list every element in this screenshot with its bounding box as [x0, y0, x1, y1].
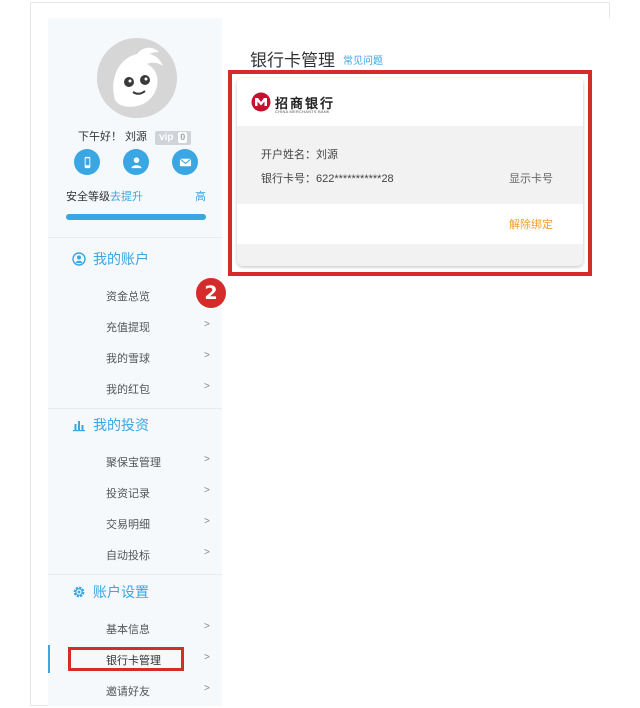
group-my-investment[interactable]: 我的投资 — [72, 415, 149, 435]
sidebar: 下午好！ 刘源 vip 0 安全等级去提升 高 我的账户 资金总览 充值提现 > … — [48, 18, 222, 706]
bank-card-bottom-strip — [237, 244, 583, 266]
account-icon — [72, 252, 86, 266]
profile-actions — [74, 149, 198, 175]
vip-badge: vip 0 — [155, 131, 192, 145]
sidebar-item-label: 基本信息 — [106, 624, 150, 636]
divider — [48, 574, 222, 575]
group-my-account[interactable]: 我的账户 — [72, 249, 149, 269]
chevron-right-icon: > — [204, 516, 210, 527]
sidebar-item-recharge-withdraw[interactable]: 充值提现 > — [48, 312, 222, 340]
security-label: 安全等级 — [66, 191, 110, 203]
sidebar-item-label: 充值提现 — [106, 322, 150, 334]
chevron-right-icon: > — [204, 485, 210, 496]
chevron-right-icon: > — [204, 350, 210, 361]
security-level-value: 高 — [195, 191, 206, 203]
security-level: 安全等级去提升 高 — [66, 188, 206, 204]
phone-icon[interactable] — [74, 149, 100, 175]
faq-link[interactable]: 常见问题 — [343, 52, 383, 67]
chevron-right-icon: > — [204, 547, 210, 558]
main-content: 银行卡管理 常见问题 招商银行 CHINA MERCHANTS BANK 开户姓… — [222, 18, 610, 706]
avatar[interactable] — [97, 38, 177, 118]
security-upgrade-link[interactable]: 去提升 — [110, 191, 143, 203]
chevron-right-icon: > — [204, 652, 210, 663]
bank-card-info: 开户姓名：刘源 银行卡号：622***********28 显示卡号 — [237, 126, 583, 204]
sidebar-item-label: 投资记录 — [106, 488, 150, 500]
sidebar-item-label: 邀请好友 — [106, 686, 150, 698]
security-progress-fill — [66, 214, 206, 220]
page-title: 银行卡管理 — [250, 51, 335, 70]
greeting: 下午好！ 刘源 vip 0 — [78, 128, 192, 145]
chevron-right-icon: > — [204, 381, 210, 392]
chevron-right-icon: > — [204, 319, 210, 330]
bank-logo-icon — [251, 92, 271, 112]
sidebar-item-label: 我的红包 — [106, 384, 150, 396]
bank-name-en: CHINA MERCHANTS BANK — [275, 109, 330, 114]
chevron-right-icon: > — [204, 454, 210, 465]
sidebar-item-label: 我的雪球 — [106, 353, 150, 365]
bank-card-header: 招商银行 CHINA MERCHANTS BANK — [237, 78, 583, 126]
bank-card-footer: 解除绑定 — [237, 204, 583, 244]
card-number: 银行卡号：622***********28 — [261, 173, 394, 185]
vip-label: vip — [159, 132, 174, 143]
avatar-mascot-icon — [97, 38, 177, 118]
security-progress-bar — [66, 214, 206, 220]
vip-level: 0 — [178, 132, 188, 143]
mail-icon[interactable] — [172, 149, 198, 175]
sidebar-item-invite-friends[interactable]: 邀请好友 > — [48, 676, 222, 704]
divider — [48, 237, 222, 238]
bar-chart-icon — [73, 421, 85, 432]
sidebar-item-basic-info[interactable]: 基本信息 > — [48, 614, 222, 642]
user-icon[interactable] — [123, 149, 149, 175]
sidebar-item-label: 聚保宝管理 — [106, 457, 161, 469]
sidebar-item-transaction-details[interactable]: 交易明细 > — [48, 509, 222, 537]
sidebar-item-red-packet[interactable]: 我的红包 > — [48, 374, 222, 402]
group-title-label: 我的账户 — [93, 251, 149, 267]
show-card-number-link[interactable]: 显示卡号 — [509, 170, 553, 186]
sidebar-item-label: 自动投标 — [106, 550, 150, 562]
chevron-right-icon: > — [204, 683, 210, 694]
sidebar-item-label: 银行卡管理 — [106, 655, 161, 667]
group-title-label: 我的投资 — [93, 417, 149, 433]
bank-card: 招商银行 CHINA MERCHANTS BANK 开户姓名：刘源 银行卡号：6… — [237, 78, 583, 266]
sidebar-item-label: 交易明细 — [106, 519, 150, 531]
gear-icon — [73, 586, 85, 598]
step-number-badge: 2 — [196, 278, 226, 308]
chevron-right-icon: > — [204, 621, 210, 632]
sidebar-item-bank-card-management[interactable]: 银行卡管理 > — [48, 645, 222, 673]
sidebar-item-label: 资金总览 — [106, 291, 150, 303]
greeting-text: 下午好！ 刘源 — [78, 131, 148, 143]
sidebar-item-investment-records[interactable]: 投资记录 > — [48, 478, 222, 506]
card-holder: 开户姓名：刘源 — [261, 149, 338, 161]
sidebar-item-my-snowball[interactable]: 我的雪球 > — [48, 343, 222, 371]
active-marker — [48, 645, 50, 673]
sidebar-item-auto-bid[interactable]: 自动投标 > — [48, 540, 222, 568]
divider — [48, 408, 222, 409]
sidebar-item-jubaobao[interactable]: 聚保宝管理 > — [48, 447, 222, 475]
group-title-label: 账户设置 — [93, 584, 149, 600]
unbind-card-link[interactable]: 解除绑定 — [509, 216, 553, 232]
group-account-settings[interactable]: 账户设置 — [72, 582, 149, 602]
